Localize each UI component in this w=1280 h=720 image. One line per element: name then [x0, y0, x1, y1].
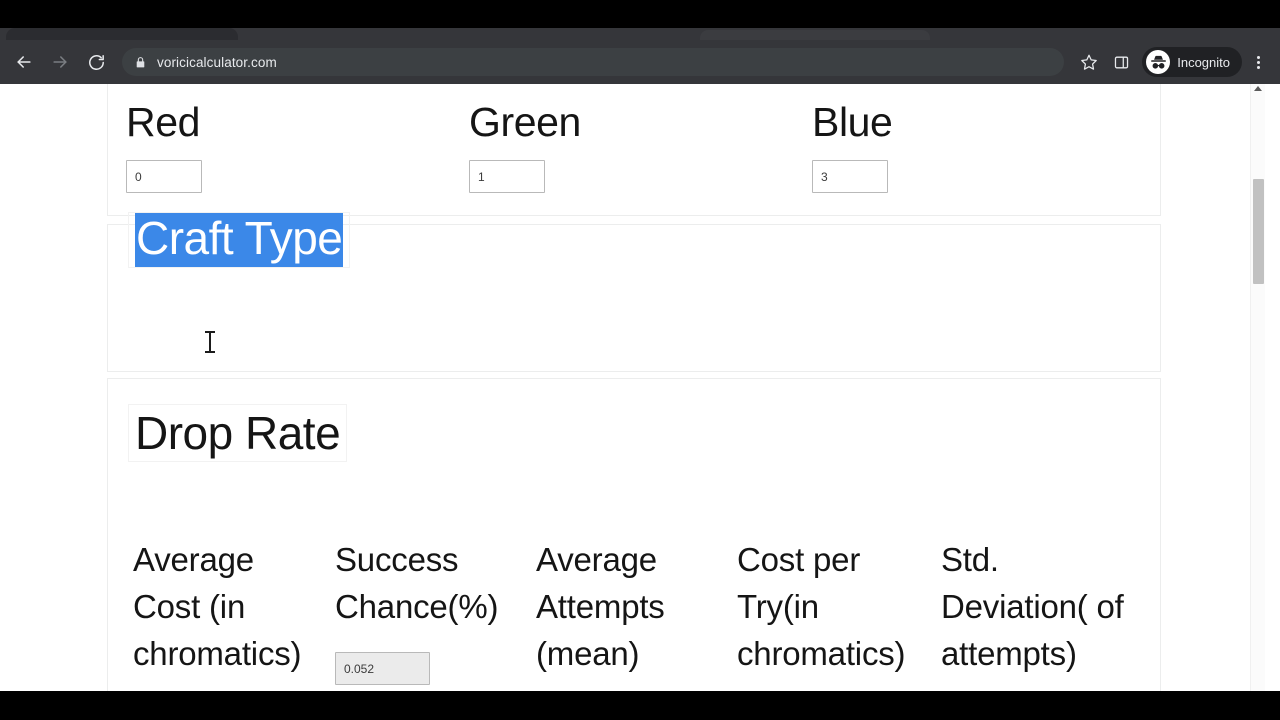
incognito-profile-chip[interactable]: Incognito	[1142, 47, 1242, 77]
stat-value-success-chance[interactable]: 0.052	[335, 652, 430, 685]
craft-type-heading-box: Craft Type	[128, 212, 351, 268]
craft-type-heading: Craft Type	[135, 213, 344, 267]
page-scrollbar[interactable]	[1250, 84, 1265, 691]
blue-label: Blue	[812, 99, 893, 145]
browser-toolbar: voricicalculator.com Incognito	[0, 40, 1280, 84]
stat-label-average-cost: Average Cost (in chromatics)	[133, 541, 302, 672]
bookmark-star-icon[interactable]	[1074, 47, 1104, 77]
reload-button[interactable]	[80, 46, 112, 78]
browser-window: voricicalculator.com Incognito Red 0 Gre…	[0, 28, 1280, 691]
drop-rate-card: Drop Rate Average Cost (in chromatics) S…	[107, 378, 1161, 691]
back-button[interactable]	[8, 46, 40, 78]
forward-button[interactable]	[44, 46, 76, 78]
letterbox-top	[0, 0, 1280, 28]
blue-input[interactable]: 3	[812, 160, 888, 193]
rgb-input-card: Red 0 Green 1 Blue 3	[107, 84, 1161, 216]
red-label: Red	[126, 99, 201, 145]
address-bar[interactable]: voricicalculator.com	[122, 48, 1065, 76]
red-input[interactable]: 0	[126, 160, 202, 193]
stat-label-average-attempts: Average Attempts (mean)	[536, 541, 665, 672]
incognito-icon	[1146, 50, 1171, 74]
browser-tab-inactive[interactable]	[700, 30, 930, 40]
craft-type-card: Craft Type	[107, 212, 1161, 372]
tab-strip	[0, 28, 1280, 40]
screen: voricicalculator.com Incognito Red 0 Gre…	[0, 0, 1280, 720]
drop-rate-heading-box: Drop Rate	[128, 404, 348, 462]
incognito-label: Incognito	[1177, 54, 1230, 70]
kebab-dot	[1256, 60, 1260, 64]
side-panel-icon[interactable]	[1106, 47, 1136, 77]
green-label: Green	[469, 99, 581, 145]
stat-label-success-chance: Success Chance(%)	[335, 541, 499, 625]
lock-icon	[134, 56, 147, 69]
stat-label-std-deviation: Std. Deviation( of attempts)	[941, 541, 1124, 672]
chrome-menu-icon[interactable]	[1244, 47, 1272, 77]
green-input[interactable]: 1	[469, 160, 545, 193]
browser-tab-active[interactable]	[6, 28, 238, 40]
scrollbar-up-arrow-icon[interactable]	[1254, 86, 1262, 91]
kebab-dot	[1256, 65, 1260, 69]
web-page: Red 0 Green 1 Blue 3 Craft Type Drop Rat…	[0, 84, 1265, 691]
letterbox-bottom	[0, 691, 1280, 720]
page-viewport: Red 0 Green 1 Blue 3 Craft Type Drop Rat…	[0, 84, 1280, 691]
drop-rate-heading: Drop Rate	[135, 407, 341, 459]
stat-label-cost-per-try: Cost per Try(in chromatics)	[737, 541, 906, 672]
scrollbar-thumb[interactable]	[1253, 179, 1264, 284]
address-bar-url: voricicalculator.com	[157, 54, 277, 70]
kebab-dot	[1256, 55, 1260, 59]
